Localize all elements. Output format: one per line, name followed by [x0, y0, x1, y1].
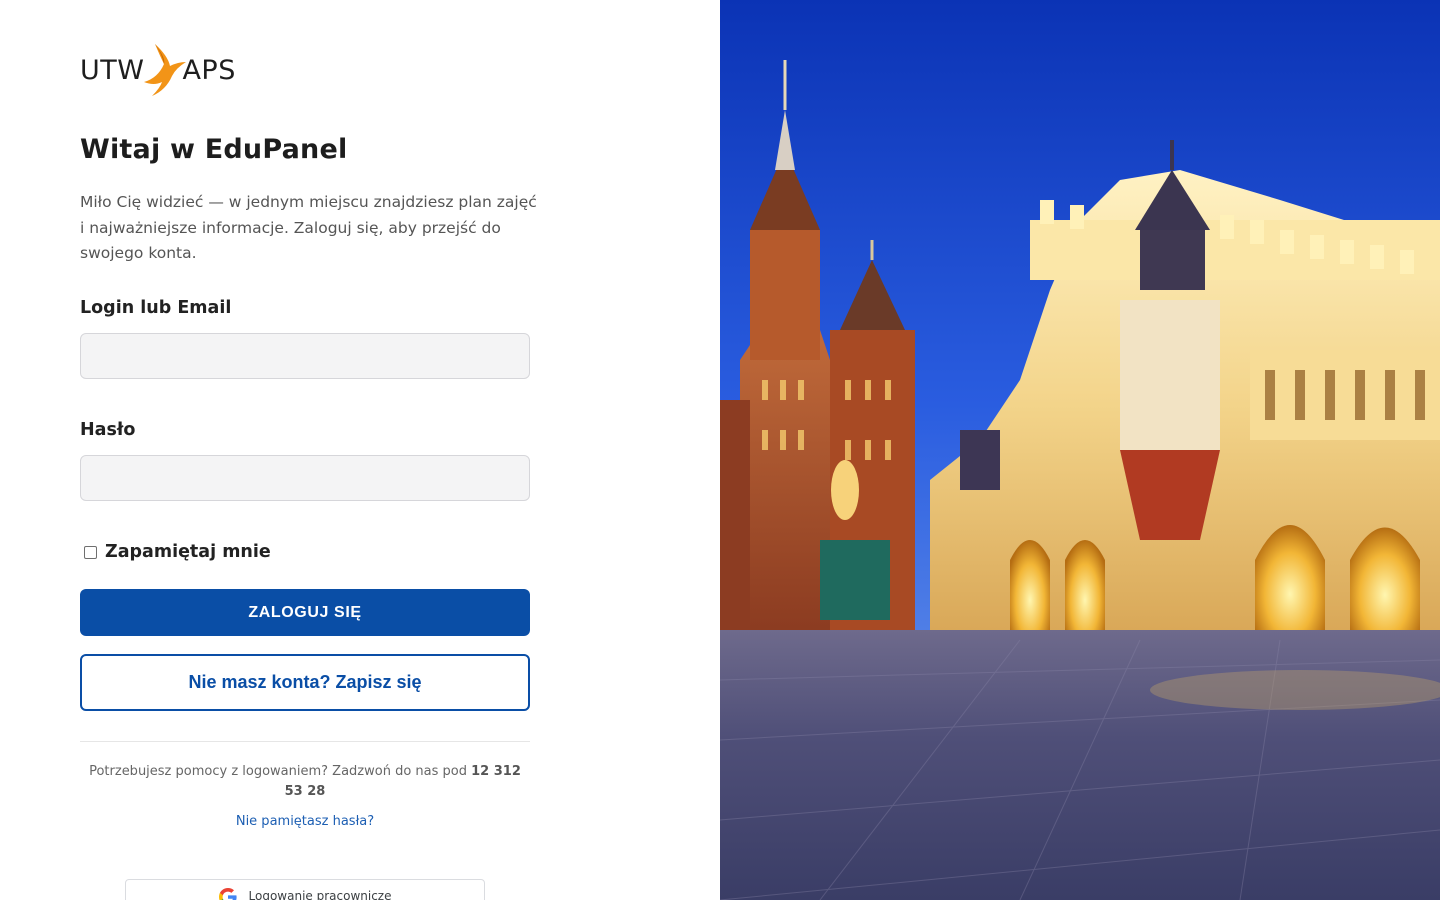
divider — [80, 741, 530, 742]
google-icon — [218, 888, 237, 900]
login-button[interactable]: ZALOGUJ SIĘ — [80, 589, 530, 636]
help-message: Potrzebujesz pomocy z logowaniem? Zadzwo… — [89, 764, 467, 779]
login-label: Login lub Email — [80, 298, 232, 318]
password-input[interactable] — [80, 455, 530, 501]
hero-image — [720, 0, 1440, 900]
login-input[interactable] — [80, 333, 530, 379]
logo-text-right: APS — [182, 54, 236, 86]
remember-label[interactable]: Zapamiętaj mnie — [105, 542, 271, 562]
page-title: Witaj w EduPanel — [80, 134, 348, 165]
login-panel: UTW APS Witaj w EduPanel Miło Cię widzie… — [0, 0, 720, 900]
password-label: Hasło — [80, 420, 136, 440]
bird-logo-icon — [144, 44, 187, 96]
brand-logo: UTW APS — [80, 42, 236, 98]
help-text: Potrzebujesz pomocy z logowaniem? Zadzwo… — [80, 762, 530, 802]
google-login-button[interactable]: Logowanie pracownicze — [125, 879, 485, 900]
remember-checkbox[interactable] — [84, 545, 97, 559]
remember-me-row[interactable]: Zapamiętaj mnie — [84, 542, 271, 562]
logo-text-left: UTW — [80, 54, 145, 86]
forgot-password-link[interactable]: Nie pamiętasz hasła? — [80, 814, 530, 829]
signup-button[interactable]: Nie masz konta? Zapisz się — [80, 654, 530, 711]
intro-text: Miło Cię widzieć — w jednym miejscu znaj… — [80, 193, 537, 262]
old-town-square-photo — [720, 0, 1440, 900]
google-login-label[interactable]: Logowanie pracownicze — [249, 888, 392, 900]
